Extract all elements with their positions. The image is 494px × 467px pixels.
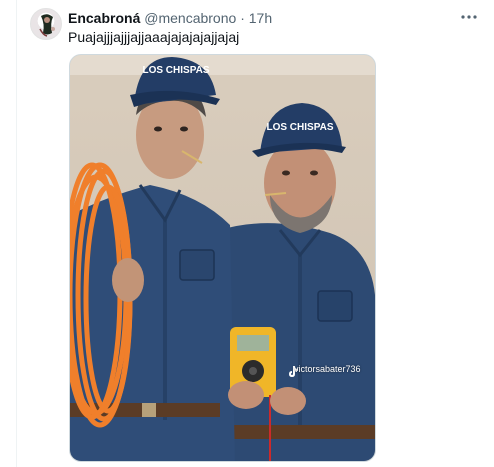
separator-dot: ·	[240, 10, 245, 26]
tweet-text: Puajajjjajjjajjaaajajajajajjajaj	[68, 29, 240, 45]
user-handle[interactable]: @mencabrono	[144, 10, 236, 26]
tweet-media-image[interactable]: LOS CHISPAS LOS CHISPAS victorsabater736	[69, 54, 376, 462]
more-options-button[interactable]	[458, 8, 480, 26]
illustration: LOS CHISPAS LOS CHISPAS	[70, 55, 375, 461]
cap-text-left: LOS CHISPAS	[142, 65, 209, 76]
tweet[interactable]: Encabroná @mencabrono · 17h Puajajjjajjj…	[17, 0, 494, 467]
watermark-text: victorsabater736	[294, 364, 361, 374]
tweet-header: Encabroná @mencabrono · 17h	[68, 10, 272, 26]
tweet-timestamp[interactable]: 17h	[249, 10, 272, 26]
cap-text-right: LOS CHISPAS	[266, 122, 333, 133]
avatar[interactable]	[30, 8, 62, 40]
display-name[interactable]: Encabroná	[68, 10, 140, 26]
more-horizontal-icon	[461, 15, 477, 19]
avatar-image	[39, 14, 55, 37]
